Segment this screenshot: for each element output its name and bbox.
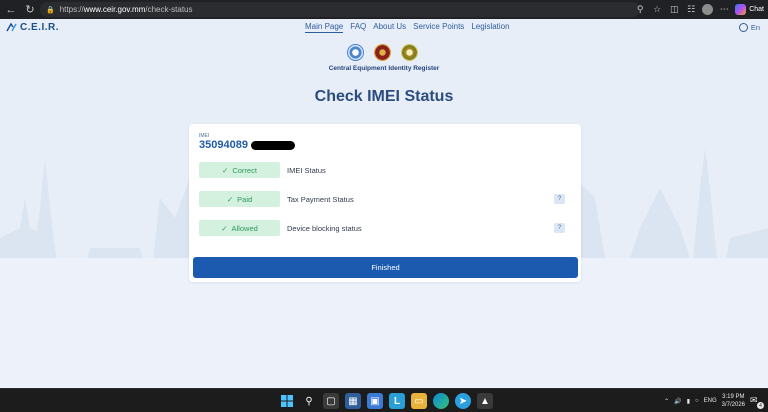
language-label: En [750,23,760,32]
zoom-icon[interactable]: ⚲ [634,4,646,16]
site-subtitle: Central Equipment Identity Register [328,65,440,72]
status-row-blocking: ✓ Allowed Device blocking status ? [199,220,571,236]
status-row-imei: ✓ Correct IMEI Status [199,162,571,178]
status-label: Tax Payment Status [287,194,354,204]
windows-taskbar: ⚲ ▢ ▦ ▣ L ▭ ➤ ▲ ⌃ 🔊 ▮ ○ ENG 3:19 PM 3/7/… [0,388,768,412]
speaker-icon[interactable]: 🔊 [674,398,681,405]
status-badge-correct: ✓ Correct [199,162,280,178]
ceir-logo[interactable]: C.E.I.R. [6,22,59,33]
status-label: IMEI Status [287,165,326,175]
status-row-tax: ✓ Paid Tax Payment Status ? [199,191,571,207]
notification-count: 4 [757,402,764,409]
status-badge-paid: ✓ Paid [199,191,280,207]
chevron-up-icon[interactable]: ⌃ [664,398,669,405]
taskbar-apps: ⚲ ▢ ▦ ▣ L ▭ ➤ ▲ [279,393,493,409]
l-app-icon[interactable]: L [389,393,405,409]
web-page: C.E.I.R. Main Page FAQ About Us Service … [0,19,768,388]
finished-button[interactable]: Finished [193,257,578,278]
profile-icon[interactable] [702,4,714,15]
state-seal-icon [374,44,391,61]
clock-time: 3:19 PM [722,394,745,400]
copilot-label: Chat [749,6,764,13]
browser-toolbar: ← ↻ 🔒 https://www.ceir.gov.mm/check-stat… [0,0,768,19]
nav-legislation[interactable]: Legislation [471,22,509,33]
ministry-emblem-icon [401,44,418,61]
widgets-icon[interactable]: ▦ [345,393,361,409]
store-icon[interactable]: ▣ [367,393,383,409]
language-switcher[interactable]: En [738,23,760,32]
copilot-icon [735,4,747,15]
lock-icon[interactable]: 🔒 [46,6,55,14]
system-tray: ⌃ 🔊 ▮ ○ ENG 3:19 PM 3/7/2026 ✉ 4 [664,392,764,410]
check-icon: ✓ [222,165,229,175]
help-icon[interactable]: ? [554,223,565,233]
star-icon[interactable]: ☆ [651,4,663,16]
url-prefix: https:// [59,5,84,14]
refresh-icon[interactable]: ↻ [22,2,38,18]
input-language[interactable]: ENG [704,398,717,404]
address-bar[interactable]: 🔒 https://www.ceir.gov.mm/check-status [40,2,640,17]
back-arrow-icon[interactable]: ← [3,2,19,18]
wifi-icon[interactable]: ○ [695,398,699,404]
ptd-emblem-icon [347,44,364,61]
status-label: Device blocking status [287,223,362,233]
logo-text: C.E.I.R. [20,22,60,33]
windows-start-icon[interactable] [279,393,295,409]
task-view-icon[interactable]: ▢ [323,393,339,409]
status-badge-text: Allowed [231,223,258,233]
file-explorer-icon[interactable]: ▭ [411,393,427,409]
edge-browser-icon[interactable] [433,393,449,409]
copilot-chat-button[interactable]: Chat [735,4,764,15]
globe-icon [738,23,748,32]
status-badge-text: Paid [237,194,253,204]
more-icon[interactable]: ⋯ [718,4,730,16]
imei-status-card: IMEI 35094089 ✓ Correct IMEI Status ✓ Pa… [189,124,581,282]
notification-icon[interactable]: ✉ 4 [750,395,764,409]
url-path: /check-status [145,5,193,14]
imei-number: 35094089 [199,139,248,151]
clock-date: 3/7/2026 [721,402,745,408]
agency-emblems [347,44,418,61]
check-icon: ✓ [226,194,234,204]
nav-about-us[interactable]: About Us [373,22,406,33]
status-badge-allowed: ✓ Allowed [199,220,280,236]
nav-main-page[interactable]: Main Page [305,22,344,33]
url-host: www.ceir.gov.mm [83,5,146,14]
nav-faq[interactable]: FAQ [350,22,366,33]
nav-service-points[interactable]: Service Points [413,22,464,33]
help-icon[interactable]: ? [554,194,565,204]
search-icon[interactable]: ⚲ [301,393,317,409]
status-badge-text: Correct [232,165,257,175]
main-nav: Main Page FAQ About Us Service Points Le… [305,22,510,33]
ceir-logo-icon [6,22,17,32]
redaction-mark [250,140,295,150]
telegram-icon[interactable]: ➤ [455,393,471,409]
extensions-icon[interactable]: ◫ [668,4,680,16]
collections-icon[interactable]: ☷ [685,4,697,16]
app-icon[interactable]: ▲ [477,393,493,409]
check-icon: ✓ [221,223,228,233]
page-title: Check IMEI Status [314,88,454,105]
battery-icon[interactable]: ▮ [687,398,690,405]
imei-value: 35094089 [199,139,295,151]
site-header: C.E.I.R. Main Page FAQ About Us Service … [0,19,768,37]
browser-actions: ⚲ ☆ ◫ ☷ ⋯ Chat [634,2,764,17]
clock[interactable]: 3:19 PM 3/7/2026 [722,393,745,409]
